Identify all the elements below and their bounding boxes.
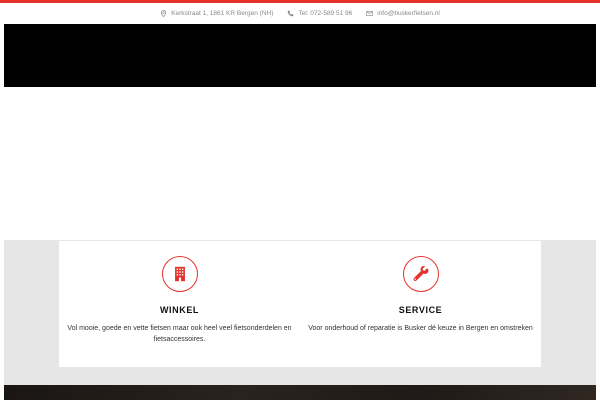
main-navbar [4,24,596,87]
phone-text[interactable]: Tel: 072-589 51 96 [298,10,352,17]
contact-topbar: Kerkstraat 1, 1861 KR Bergen (NH) Tel: 0… [0,3,600,24]
address-item: Kerkstraat 1, 1861 KR Bergen (NH) [160,10,273,17]
feature-description: Voor onderhoud of reparatie is Busker dé… [308,325,533,332]
feature-icon-circle [402,256,439,292]
envelope-icon [366,11,374,16]
address-text: Kerkstraat 1, 1861 KR Bergen (NH) [171,10,274,17]
feature-icon-circle [161,256,198,292]
phone-item[interactable]: Tel: 072-589 51 96 [287,10,352,17]
wrench-icon [412,266,428,282]
dark-photo-section [4,385,596,400]
map-pin-icon [161,10,167,17]
feature-description: Vol mooie, goede en vette fietsen maar o… [67,325,292,343]
feature-title: SERVICE [398,305,443,315]
feature-title: WINKEL [159,305,200,315]
building-icon [174,266,185,282]
hero-area [4,87,596,240]
email-text[interactable]: info@buskerfietsen.nl [377,10,440,17]
feature-winkel: WINKEL Vol mooie, goede en vette fietsen… [59,241,300,367]
features-card: WINKEL Vol mooie, goede en vette fietsen… [59,241,541,367]
phone-icon [288,10,294,17]
email-item[interactable]: info@buskerfietsen.nl [366,10,440,17]
feature-service: SERVICE Voor onderhoud of reparatie is B… [300,241,541,367]
